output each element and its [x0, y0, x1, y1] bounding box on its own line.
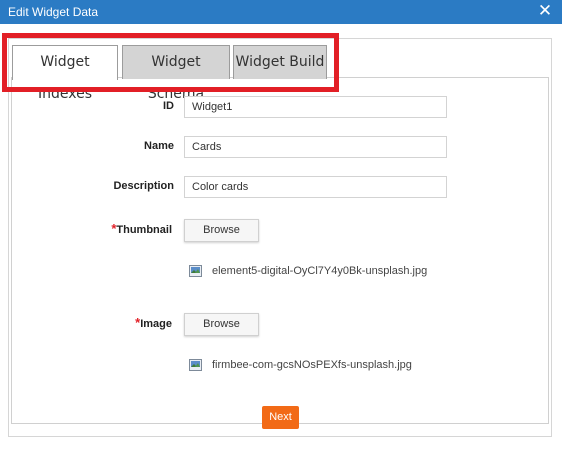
thumbnail-browse-button[interactable]: Browse	[184, 219, 259, 242]
id-label: ID	[163, 100, 174, 112]
id-field[interactable]: Widget1	[184, 96, 447, 118]
tab-content-panel	[11, 77, 549, 424]
next-button[interactable]: Next	[262, 406, 299, 429]
description-field[interactable]: Color cards	[184, 176, 447, 198]
thumbnail-label: Thumbnail	[116, 224, 172, 236]
name-label: Name	[144, 140, 174, 152]
name-field[interactable]: Cards	[184, 136, 447, 158]
dialog-title: Edit Widget Data	[8, 5, 99, 19]
image-file-icon	[189, 359, 202, 371]
dialog-titlebar: Edit Widget Data ✕	[0, 0, 562, 24]
tabs-highlight-box	[2, 33, 339, 92]
thumbnail-label-group: *Thumbnail	[100, 221, 172, 236]
image-file-name: firmbee-com-gcsNOsPEXfs-unsplash.jpg	[212, 359, 412, 371]
thumbnail-file-name: element5-digital-OyCl7Y4y0Bk-unsplash.jp…	[212, 265, 428, 277]
description-label: Description	[113, 180, 174, 192]
close-icon[interactable]: ✕	[536, 1, 554, 21]
image-browse-button[interactable]: Browse	[184, 313, 259, 336]
image-label-group: *Image	[120, 315, 172, 330]
image-file-icon	[189, 265, 202, 277]
image-label: Image	[140, 318, 172, 330]
